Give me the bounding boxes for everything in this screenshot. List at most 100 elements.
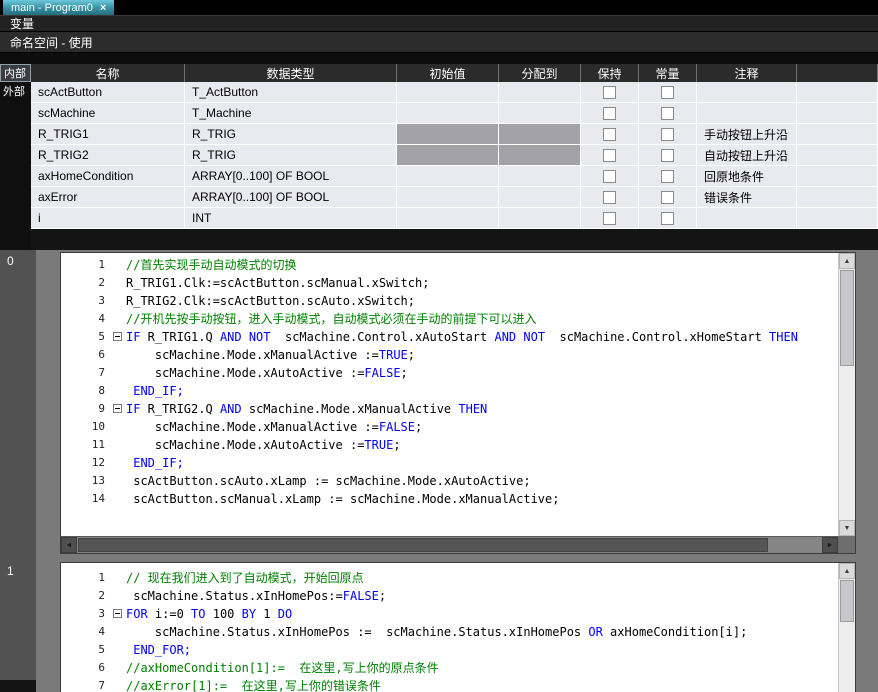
code-line[interactable]: 7//axError[1]:= 在这里,写上你的错误条件 <box>61 677 838 692</box>
vertical-scrollbar[interactable]: ▲ ▼ <box>838 563 855 692</box>
cell-comment[interactable]: 自动按钮上升沿 <box>697 145 797 166</box>
code-line[interactable]: 2R_TRIG1.Clk:=scActButton.scManual.xSwit… <box>61 274 838 292</box>
tab-main-program0[interactable]: main - Program0 × <box>3 0 114 15</box>
tab-close-icon[interactable]: × <box>100 2 106 14</box>
code-line[interactable]: 1//首先实现手动自动模式的切换 <box>61 256 838 274</box>
retain-checkbox[interactable] <box>603 170 616 183</box>
constant-checkbox[interactable] <box>661 86 674 99</box>
table-row[interactable]: R_TRIG2R_TRIG 自动按钮上升沿 <box>31 145 878 166</box>
cell-comment[interactable]: 回原地条件 <box>697 166 797 187</box>
constant-checkbox[interactable] <box>661 212 674 225</box>
code-line[interactable]: 2 scMachine.Status.xInHomePos:=FALSE; <box>61 587 838 605</box>
table-row[interactable]: axErrorARRAY[0..100] OF BOOL 错误条件 <box>31 187 878 208</box>
cell-datatype[interactable]: R_TRIG <box>185 124 397 145</box>
column-header-comment[interactable]: 注释 <box>697 64 797 82</box>
cell-comment[interactable]: 错误条件 <box>697 187 797 208</box>
code-line[interactable]: 1// 现在我们进入到了自动模式，开始回原点 <box>61 569 838 587</box>
cell-name[interactable]: axHomeCondition <box>31 166 185 187</box>
retain-checkbox[interactable] <box>603 149 616 162</box>
cell-comment[interactable] <box>697 103 797 124</box>
code-line[interactable]: 4//开机先按手动按钮，进入手动模式，自动模式必须在手动的前提下可以进入 <box>61 310 838 328</box>
code-line[interactable]: 14 scActButton.scManual.xLamp := scMachi… <box>61 490 838 508</box>
code-line[interactable]: 3FOR i:=0 TO 100 BY 1 DO <box>61 605 838 623</box>
cell-name[interactable]: i <box>31 208 185 229</box>
cell-name[interactable]: scMachine <box>31 103 185 124</box>
cell-comment[interactable]: 手动按钮上升沿 <box>697 124 797 145</box>
var-scope-tab-0[interactable]: 内部 <box>0 64 31 82</box>
scroll-down-icon[interactable]: ▼ <box>839 520 855 536</box>
vertical-scrollbar[interactable]: ▲ ▼ <box>838 253 855 536</box>
table-row[interactable]: R_TRIG1R_TRIG 手动按钮上升沿 <box>31 124 878 145</box>
code-line[interactable]: 6 scMachine.Mode.xManualActive :=TRUE; <box>61 346 838 364</box>
column-header-name[interactable]: 名称 <box>31 64 185 82</box>
constant-checkbox[interactable] <box>661 128 674 141</box>
variables-section-header[interactable]: 变量 <box>0 15 878 32</box>
code-line[interactable]: 8 END_IF; <box>61 382 838 400</box>
fold-collapse-icon[interactable] <box>113 332 122 341</box>
st-editor-section-1[interactable]: 1// 现在我们进入到了自动模式，开始回原点2 scMachine.Status… <box>60 562 856 692</box>
retain-checkbox[interactable] <box>603 86 616 99</box>
cell-assigned-to[interactable] <box>499 208 581 229</box>
code-line[interactable]: 9IF R_TRIG2.Q AND scMachine.Mode.xManual… <box>61 400 838 418</box>
cell-datatype[interactable]: ARRAY[0..100] OF BOOL <box>185 166 397 187</box>
code-line[interactable]: 5IF R_TRIG1.Q AND NOT scMachine.Control.… <box>61 328 838 346</box>
cell-name[interactable]: R_TRIG1 <box>31 124 185 145</box>
fold-collapse-icon[interactable] <box>113 404 122 413</box>
cell-assigned-to[interactable] <box>499 103 581 124</box>
retain-checkbox[interactable] <box>603 212 616 225</box>
code-line[interactable]: 12 END_IF; <box>61 454 838 472</box>
cell-name[interactable]: R_TRIG2 <box>31 145 185 166</box>
cell-datatype[interactable]: T_ActButton <box>185 82 397 103</box>
cell-comment[interactable] <box>697 82 797 103</box>
code-area-0[interactable]: 1//首先实现手动自动模式的切换2R_TRIG1.Clk:=scActButto… <box>61 253 838 536</box>
section-0-label[interactable]: 0 <box>7 254 14 268</box>
scroll-up-icon[interactable]: ▲ <box>839 563 855 579</box>
code-line[interactable]: 5 END_FOR; <box>61 641 838 659</box>
constant-checkbox[interactable] <box>661 149 674 162</box>
column-header-retain[interactable]: 保持 <box>581 64 639 82</box>
retain-checkbox[interactable] <box>603 107 616 120</box>
code-line[interactable]: 4 scMachine.Status.xInHomePos := scMachi… <box>61 623 838 641</box>
constant-checkbox[interactable] <box>661 191 674 204</box>
column-header-datatype[interactable]: 数据类型 <box>185 64 397 82</box>
cell-assigned-to[interactable] <box>499 166 581 187</box>
cell-datatype[interactable]: T_Machine <box>185 103 397 124</box>
var-scope-tab-1[interactable]: 外部 <box>0 82 31 100</box>
column-header-constant[interactable]: 常量 <box>639 64 697 82</box>
retain-checkbox[interactable] <box>603 191 616 204</box>
code-line[interactable]: 11 scMachine.Mode.xAutoActive :=TRUE; <box>61 436 838 454</box>
cell-initial-value[interactable] <box>397 208 499 229</box>
cell-initial-value[interactable] <box>397 166 499 187</box>
column-header-initial-value[interactable]: 初始值 <box>397 64 499 82</box>
cell-initial-value[interactable] <box>397 103 499 124</box>
scroll-right-icon[interactable]: ► <box>822 537 838 553</box>
cell-initial-value[interactable] <box>397 82 499 103</box>
table-row[interactable]: iINT <box>31 208 878 229</box>
table-row[interactable]: scMachineT_Machine <box>31 103 878 124</box>
horizontal-scrollbar[interactable]: ◄ ► <box>61 536 838 553</box>
scroll-up-icon[interactable]: ▲ <box>839 253 855 269</box>
table-row[interactable]: scActButtonT_ActButton <box>31 82 878 103</box>
table-row[interactable]: axHomeConditionARRAY[0..100] OF BOOL 回原地条… <box>31 166 878 187</box>
cell-initial-value[interactable] <box>397 187 499 208</box>
cell-comment[interactable] <box>697 208 797 229</box>
cell-assigned-to[interactable] <box>499 187 581 208</box>
namespace-section-header[interactable]: 命名空间 - 使用 <box>0 32 878 53</box>
constant-checkbox[interactable] <box>661 170 674 183</box>
cell-datatype[interactable]: R_TRIG <box>185 145 397 166</box>
code-line[interactable]: 6//axHomeCondition[1]:= 在这里,写上你的原点条件 <box>61 659 838 677</box>
code-line[interactable]: 3R_TRIG2.Clk:=scActButton.scAuto.xSwitch… <box>61 292 838 310</box>
cell-datatype[interactable]: ARRAY[0..100] OF BOOL <box>185 187 397 208</box>
st-editor-section-0[interactable]: 1//首先实现手动自动模式的切换2R_TRIG1.Clk:=scActButto… <box>60 252 856 554</box>
vertical-scroll-thumb[interactable] <box>840 580 854 622</box>
column-header-assigned-to[interactable]: 分配到 <box>499 64 581 82</box>
scroll-left-icon[interactable]: ◄ <box>61 537 77 553</box>
section-1-label[interactable]: 1 <box>7 564 14 578</box>
fold-collapse-icon[interactable] <box>113 609 122 618</box>
cell-assigned-to[interactable] <box>499 82 581 103</box>
cell-name[interactable]: scActButton <box>31 82 185 103</box>
cell-name[interactable]: axError <box>31 187 185 208</box>
code-area-1[interactable]: 1// 现在我们进入到了自动模式，开始回原点2 scMachine.Status… <box>61 563 838 692</box>
code-line[interactable]: 10 scMachine.Mode.xManualActive :=FALSE; <box>61 418 838 436</box>
constant-checkbox[interactable] <box>661 107 674 120</box>
